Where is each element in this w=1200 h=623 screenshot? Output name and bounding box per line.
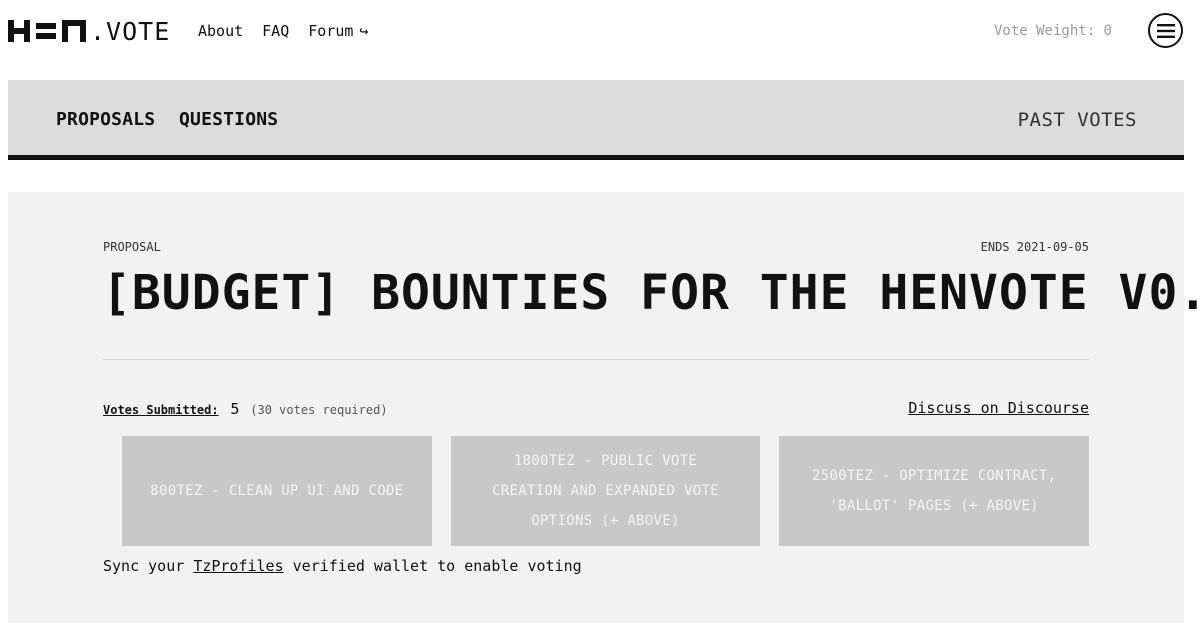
sync-prefix: Sync your (103, 557, 185, 575)
tzprofiles-link[interactable]: TzProfiles (193, 557, 283, 575)
logo[interactable]: .VOTE (8, 16, 171, 46)
votes-summary: Votes Submitted: 5 (30 votes required) (103, 400, 388, 418)
tab-bar: PROPOSALS QUESTIONS PAST VOTES (8, 80, 1184, 160)
sync-suffix: verified wallet to enable voting (292, 557, 582, 575)
vote-options: 800TEZ - CLEAN UP UI AND CODE 1800TEZ - … (122, 436, 1090, 546)
hen-logo-icon (8, 20, 86, 42)
divider (103, 359, 1089, 360)
tab-questions[interactable]: QUESTIONS (179, 109, 278, 130)
vote-option-button[interactable]: 1800TEZ - PUBLIC VOTE CREATION AND EXPAN… (450, 436, 761, 546)
nav-forum-link[interactable]: Forum ↪ (308, 22, 368, 40)
votes-submitted-label: Votes Submitted: (103, 403, 219, 417)
vote-option-button[interactable]: 2500TEZ - OPTIMIZE CONTRACT, 'BALLOT' PA… (779, 436, 1090, 546)
site-header: .VOTE About FAQ Forum ↪ Vote Weight: 0 (0, 0, 1200, 64)
menu-button[interactable] (1148, 13, 1183, 48)
external-arrow-icon: ↪ (359, 22, 369, 40)
proposal-end-date: ENDS 2021-09-05 (980, 240, 1089, 254)
logo-text: .VOTE (90, 16, 171, 46)
sync-notice: Sync your TzProfiles verified wallet to … (103, 557, 582, 575)
nav-faq-link[interactable]: FAQ (262, 22, 289, 40)
tab-proposals[interactable]: PROPOSALS (56, 109, 155, 130)
vote-weight: Vote Weight: 0 (993, 23, 1112, 39)
tab-past-votes[interactable]: PAST VOTES (1018, 109, 1137, 131)
proposal-title: [BUDGET] BOUNTIES FOR THE HENVOTE V0.2 (102, 265, 1200, 321)
hamburger-icon (1156, 23, 1175, 38)
nav-forum-label: Forum (308, 22, 354, 40)
votes-required: (30 votes required) (250, 403, 388, 417)
discuss-link[interactable]: Discuss on Discourse (908, 399, 1089, 417)
vote-option-button[interactable]: 800TEZ - CLEAN UP UI AND CODE (122, 436, 432, 546)
nav-about-link[interactable]: About (198, 22, 243, 40)
proposal-panel: PROPOSAL ENDS 2021-09-05 [BUDGET] BOUNTI… (8, 192, 1200, 623)
top-nav: About FAQ Forum ↪ (198, 22, 368, 40)
proposal-kicker: PROPOSAL (103, 240, 161, 254)
votes-count: 5 (230, 400, 240, 418)
